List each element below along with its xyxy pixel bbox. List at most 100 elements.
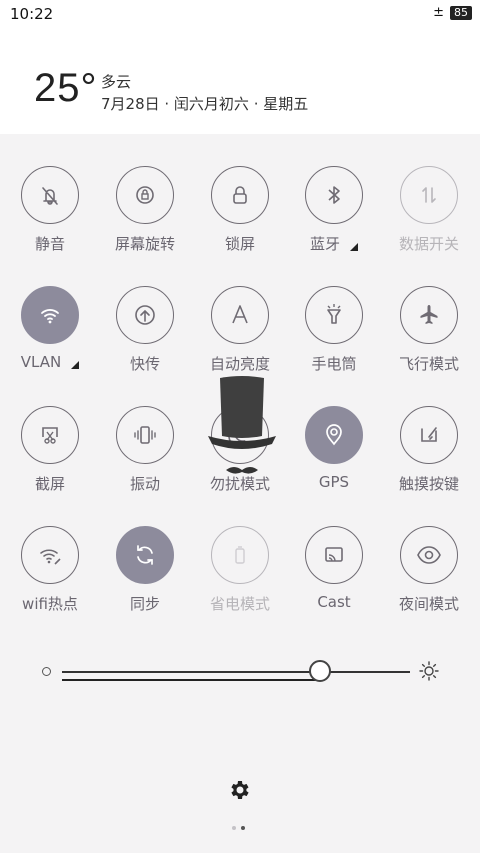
tile-label-text: 同步: [129, 595, 160, 613]
upload-circle-toggle-button[interactable]: [116, 286, 174, 344]
tile-label: 自动亮度: [192, 353, 288, 374]
hotspot-toggle-button[interactable]: [21, 526, 79, 584]
tile-label-text: 自动亮度: [209, 355, 270, 373]
tile-sync[interactable]: 同步: [97, 526, 193, 614]
vibrate-toggle-button[interactable]: [116, 406, 174, 464]
tile-label-text: 快传: [129, 355, 160, 373]
expand-corner-icon[interactable]: [71, 361, 80, 369]
tile-auto-brightness[interactable]: 自动亮度: [192, 286, 288, 374]
tile-label-text: 手电筒: [311, 355, 357, 373]
tile-screenshot[interactable]: 截屏: [2, 406, 98, 494]
mobile-data-icon: [422, 187, 436, 203]
tile-label-text: Cast: [317, 593, 351, 611]
auto-brightness-toggle-button[interactable]: [211, 286, 269, 344]
temperature: 25°: [34, 66, 98, 110]
lock-icon: [233, 186, 247, 204]
tile-lock[interactable]: 锁屏: [192, 166, 288, 254]
tile-label: 飞行模式: [381, 353, 477, 374]
battery-icon: 85: [450, 5, 472, 20]
tile-vibrate[interactable]: 振动: [97, 406, 193, 494]
slider-thumb[interactable]: [309, 660, 331, 682]
weather-header[interactable]: 25° 多云 7月28日 · 闰六月初六 · 星期五: [0, 28, 480, 134]
tile-label-text: VLAN: [20, 353, 62, 371]
cast-toggle-button[interactable]: [305, 526, 363, 584]
cast-icon: [325, 547, 343, 562]
bell-off-toggle-button[interactable]: [21, 166, 79, 224]
tile-battery-saver[interactable]: 省电模式: [192, 526, 288, 614]
tile-label: 夜间模式: [381, 593, 477, 614]
gps-icon: [326, 424, 342, 446]
battery-saver-toggle-button[interactable]: [211, 526, 269, 584]
tile-label-text: GPS: [318, 473, 350, 491]
tile-label: wifi热点: [2, 593, 98, 614]
vibrate-icon: [134, 426, 156, 444]
wifi-icon: [41, 309, 59, 324]
tile-label: GPS: [286, 473, 382, 491]
eye-icon: [417, 546, 441, 564]
wifi-toggle-button[interactable]: [21, 286, 79, 344]
screenshot-toggle-button[interactable]: [21, 406, 79, 464]
tile-wifi[interactable]: VLAN: [2, 286, 98, 371]
hotspot-icon: [40, 549, 61, 565]
top-hat-overlay: [208, 376, 276, 474]
eye-toggle-button[interactable]: [400, 526, 458, 584]
tile-upload-circle[interactable]: 快传: [97, 286, 193, 374]
tile-bluetooth[interactable]: 蓝牙: [286, 166, 382, 254]
tile-label: 同步: [97, 593, 193, 614]
tile-label: 数据开关: [381, 233, 477, 254]
slider-track[interactable]: [62, 671, 410, 673]
status-bar: 10:22 ± 85: [0, 0, 480, 28]
auto-brightness-icon: [232, 305, 248, 324]
tile-gps[interactable]: GPS: [286, 406, 382, 491]
bluetooth-toggle-button[interactable]: [305, 166, 363, 224]
tile-label-text: 省电模式: [209, 595, 270, 613]
tile-rotation-lock[interactable]: 屏幕旋转: [97, 166, 193, 254]
airplane-toggle-button[interactable]: [400, 286, 458, 344]
page-dot: [232, 826, 236, 830]
tile-label: 省电模式: [192, 593, 288, 614]
tile-label: 蓝牙: [286, 233, 382, 254]
page-dot-active: [241, 826, 245, 830]
settings-gear-icon[interactable]: [228, 778, 252, 802]
tile-label-text: 锁屏: [224, 235, 255, 253]
lock-toggle-button[interactable]: [211, 166, 269, 224]
tile-cast[interactable]: Cast: [286, 526, 382, 611]
tile-hotspot[interactable]: wifi热点: [2, 526, 98, 614]
tile-label: 触摸按键: [381, 473, 477, 494]
tile-label: 快传: [97, 353, 193, 374]
gps-toggle-button[interactable]: [305, 406, 363, 464]
tile-flashlight[interactable]: 手电筒: [286, 286, 382, 374]
expand-corner-icon[interactable]: [350, 243, 358, 251]
rotation-lock-toggle-button[interactable]: [116, 166, 174, 224]
tile-eye[interactable]: 夜间模式: [381, 526, 477, 614]
tile-label-text: 振动: [129, 475, 160, 493]
tile-mobile-data[interactable]: 数据开关: [381, 166, 477, 254]
mobile-data-toggle-button[interactable]: [400, 166, 458, 224]
tile-label: 手电筒: [286, 353, 382, 374]
brightness-high-icon: [419, 661, 439, 681]
screenshot-icon: [42, 427, 58, 444]
tile-label-text: 数据开关: [398, 235, 459, 253]
flashlight-icon: [327, 304, 341, 324]
tile-label-text: 屏幕旋转: [114, 235, 175, 253]
brightness-slider[interactable]: [0, 658, 480, 688]
brightness-low-icon: [42, 667, 51, 676]
airplane-icon: [420, 305, 438, 324]
tile-label-text: 蓝牙: [309, 235, 340, 253]
status-icons: ± 85: [433, 5, 472, 20]
touch-key-toggle-button[interactable]: [400, 406, 458, 464]
battery-saver-icon: [235, 546, 245, 564]
flashlight-toggle-button[interactable]: [305, 286, 363, 344]
tile-label: 屏幕旋转: [97, 233, 193, 254]
tile-bell-off[interactable]: 静音: [2, 166, 98, 254]
tile-label: 静音: [2, 233, 98, 254]
sync-icon: [137, 545, 153, 565]
tile-label: 锁屏: [192, 233, 288, 254]
tile-airplane[interactable]: 飞行模式: [381, 286, 477, 374]
page-indicator: [232, 826, 245, 830]
upload-circle-icon: [135, 305, 155, 325]
tile-label: 截屏: [2, 473, 98, 494]
tile-touch-key[interactable]: 触摸按键: [381, 406, 477, 494]
bluetooth-icon: [328, 186, 340, 204]
sync-toggle-button[interactable]: [116, 526, 174, 584]
